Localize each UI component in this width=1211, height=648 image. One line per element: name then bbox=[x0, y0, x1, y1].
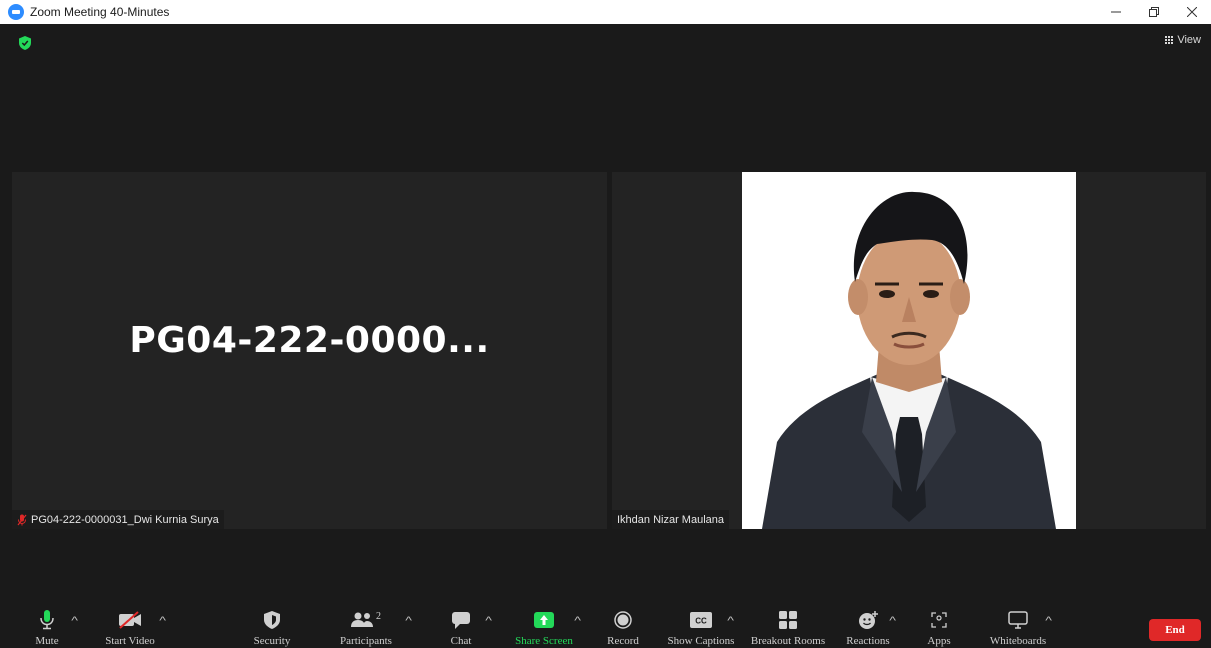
mute-button[interactable]: Mute bbox=[32, 608, 62, 648]
reactions-button[interactable]: Reactions bbox=[840, 608, 896, 648]
meeting-area: View PG04-222-0000... PG04-222-0000031_D… bbox=[0, 24, 1211, 608]
whiteboards-button[interactable]: Whiteboards bbox=[986, 608, 1050, 648]
share-options-chevron-icon[interactable]: ^ bbox=[574, 615, 581, 627]
close-button[interactable] bbox=[1173, 0, 1211, 24]
shield-icon bbox=[264, 611, 280, 629]
closed-captions-icon: CC bbox=[690, 612, 712, 628]
participants-count: 2 bbox=[376, 610, 381, 622]
whiteboards-label: Whiteboards bbox=[989, 635, 1047, 647]
participant-display-name: PG04-222-0000... bbox=[129, 320, 490, 361]
grid-view-icon bbox=[1164, 36, 1173, 45]
participant-name-label: Ikhdan Nizar Maulana bbox=[617, 513, 725, 526]
record-button[interactable]: Record bbox=[604, 608, 642, 648]
apps-button[interactable]: Apps bbox=[922, 608, 956, 648]
breakout-rooms-label: Breakout Rooms bbox=[750, 635, 826, 647]
participant-name-tag: Ikhdan Nizar Maulana bbox=[612, 510, 730, 529]
reactions-options-chevron-icon[interactable]: ^ bbox=[889, 615, 896, 627]
participants-label: Participants bbox=[340, 635, 392, 647]
apps-icon bbox=[931, 612, 947, 628]
security-button[interactable]: Security bbox=[250, 608, 294, 648]
mute-label: Mute bbox=[35, 635, 59, 647]
muted-mic-icon bbox=[17, 514, 27, 525]
participants-options-chevron-icon[interactable]: ^ bbox=[405, 615, 412, 627]
participant-video bbox=[742, 172, 1076, 529]
close-icon bbox=[1187, 7, 1197, 17]
reactions-smiley-icon bbox=[859, 611, 878, 629]
title-bar: Zoom Meeting 40-Minutes bbox=[0, 0, 1211, 24]
security-label: Security bbox=[253, 635, 291, 647]
start-video-label: Start Video bbox=[105, 635, 155, 647]
microphone-icon bbox=[40, 610, 54, 630]
reactions-label: Reactions bbox=[846, 635, 890, 647]
participant-name-label: PG04-222-0000031_Dwi Kurnia Surya bbox=[31, 513, 219, 526]
audio-options-chevron-icon[interactable]: ^ bbox=[71, 615, 78, 627]
chat-icon bbox=[452, 611, 470, 629]
video-off-icon bbox=[119, 611, 141, 629]
end-meeting-button[interactable]: End bbox=[1149, 619, 1201, 641]
record-icon bbox=[614, 611, 632, 629]
restore-button[interactable] bbox=[1135, 0, 1173, 24]
captions-options-chevron-icon[interactable]: ^ bbox=[727, 615, 734, 627]
chat-button[interactable]: Chat bbox=[446, 608, 476, 648]
view-button[interactable]: View bbox=[1164, 34, 1201, 46]
window-controls bbox=[1097, 0, 1211, 24]
apps-label: Apps bbox=[927, 635, 951, 647]
breakout-rooms-button[interactable]: Breakout Rooms bbox=[746, 608, 830, 648]
breakout-rooms-icon bbox=[779, 611, 797, 629]
participant-tile[interactable]: Ikhdan Nizar Maulana bbox=[612, 172, 1206, 529]
show-captions-label: Show Captions bbox=[667, 635, 735, 647]
whiteboards-options-chevron-icon[interactable]: ^ bbox=[1045, 615, 1052, 627]
zoom-logo-icon bbox=[8, 4, 24, 20]
chat-options-chevron-icon[interactable]: ^ bbox=[485, 615, 492, 627]
minimize-icon bbox=[1111, 11, 1121, 13]
minimize-button[interactable] bbox=[1097, 0, 1135, 24]
participants-button[interactable]: 2 Participants bbox=[336, 608, 396, 648]
record-label: Record bbox=[607, 635, 639, 647]
participants-icon bbox=[351, 612, 373, 627]
whiteboard-icon bbox=[1008, 611, 1028, 629]
participant-video-image bbox=[742, 172, 1076, 529]
svg-text:CC: CC bbox=[695, 617, 707, 626]
show-captions-button[interactable]: CC Show Captions bbox=[664, 608, 738, 648]
window-title: Zoom Meeting 40-Minutes bbox=[30, 5, 170, 19]
meeting-toolbar: Mute ^ Start Video ^ Security 2 Particip… bbox=[0, 608, 1211, 648]
encryption-shield-icon[interactable] bbox=[19, 36, 31, 50]
participant-name-tag: PG04-222-0000031_Dwi Kurnia Surya bbox=[12, 510, 224, 529]
video-options-chevron-icon[interactable]: ^ bbox=[159, 615, 166, 627]
participant-tile[interactable]: PG04-222-0000... PG04-222-0000031_Dwi Ku… bbox=[12, 172, 607, 529]
share-screen-icon bbox=[534, 612, 554, 628]
chat-label: Chat bbox=[450, 635, 472, 647]
start-video-button[interactable]: Start Video bbox=[100, 608, 160, 648]
share-screen-label: Share Screen bbox=[515, 635, 573, 647]
share-screen-button[interactable]: Share Screen bbox=[510, 608, 578, 648]
restore-icon bbox=[1149, 7, 1159, 17]
view-label: View bbox=[1177, 34, 1201, 46]
